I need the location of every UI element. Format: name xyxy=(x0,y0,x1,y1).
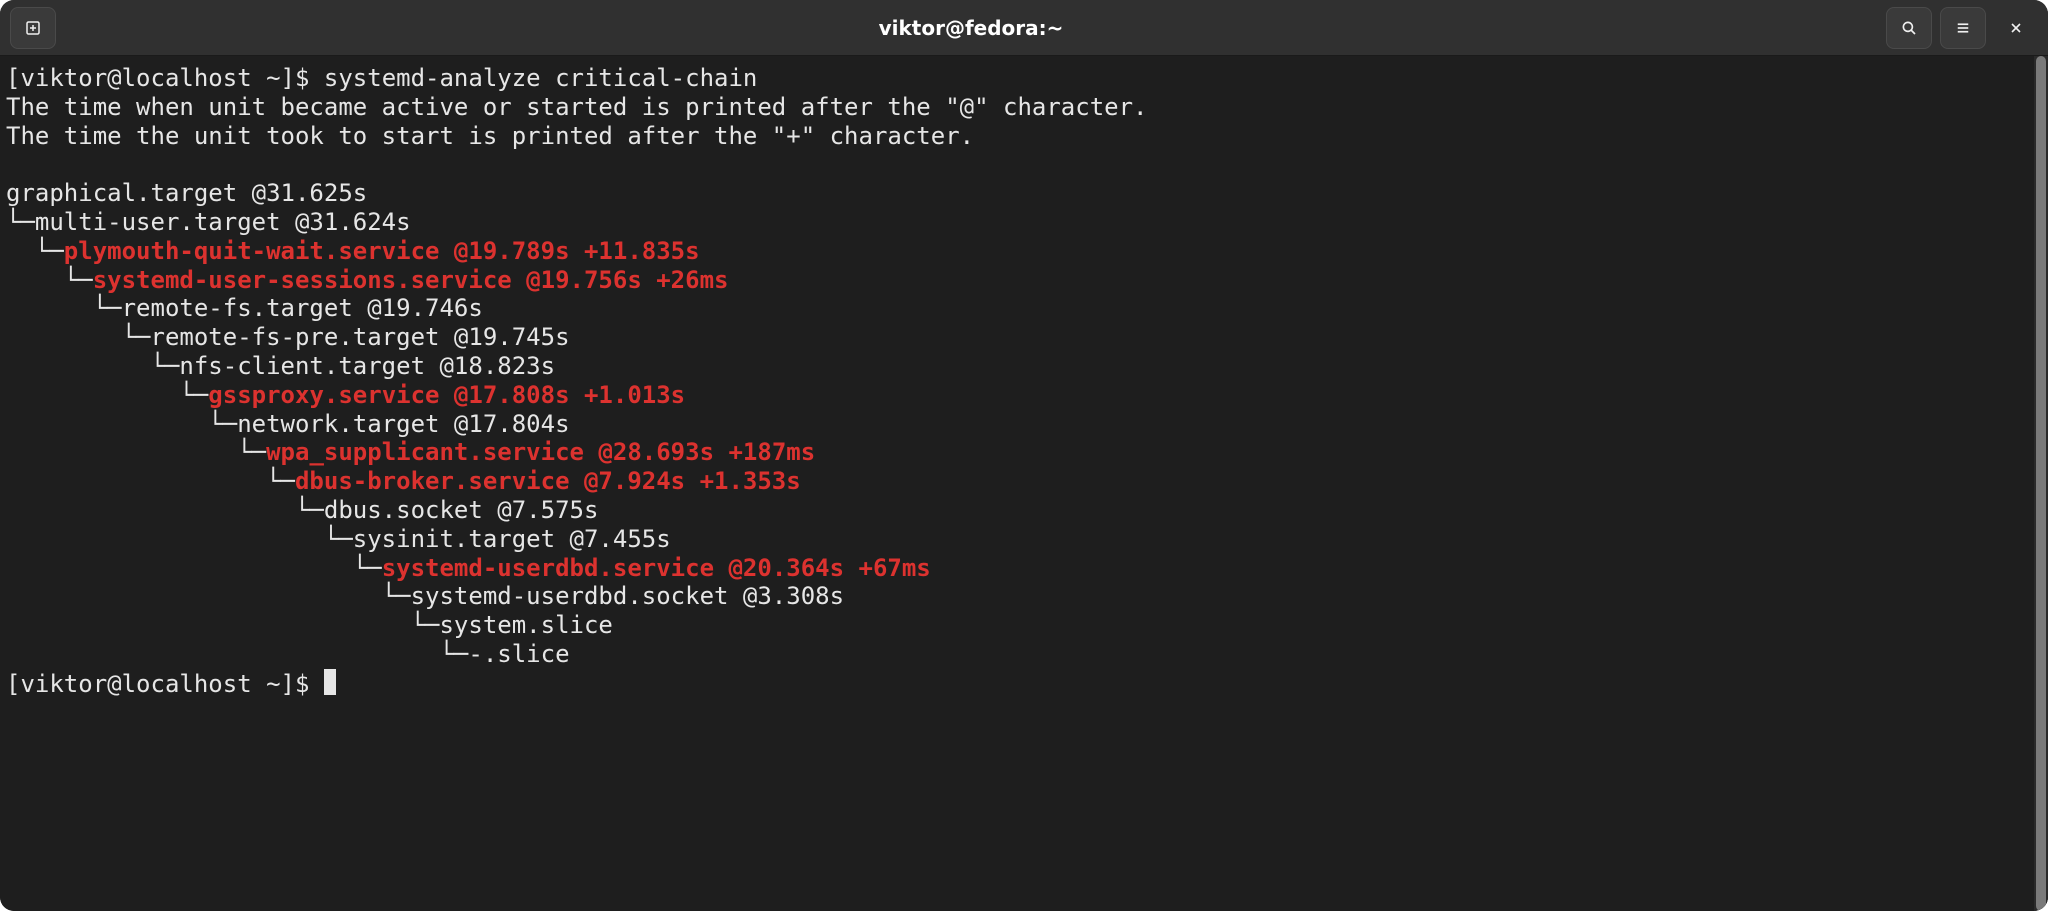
chain-line: └─dbus.socket @7.575s xyxy=(6,496,598,524)
chain-line-prefix: └─ xyxy=(6,438,266,466)
search-button[interactable] xyxy=(1886,7,1932,49)
chain-line: └─remote-fs-pre.target @19.745s xyxy=(6,323,570,351)
terminal-wrap: [viktor@localhost ~]$ systemd-analyze cr… xyxy=(0,56,2048,911)
titlebar-right xyxy=(1886,7,2038,49)
chain-line-prefix: └─ xyxy=(6,467,295,495)
titlebar-left xyxy=(10,7,56,49)
chain-line: └─nfs-client.target @18.823s xyxy=(6,352,555,380)
chain-line-prefix: └─ xyxy=(6,266,93,294)
command-text: systemd-analyze critical-chain xyxy=(324,64,757,92)
chain-line-red: plymouth-quit-wait.service @19.789s +11.… xyxy=(64,237,700,265)
header-line-1: The time when unit became active or star… xyxy=(6,93,1148,121)
chain-line: └─system.slice xyxy=(6,611,613,639)
chain-line: graphical.target @31.625s xyxy=(6,179,367,207)
chain-line: └─-.slice xyxy=(6,640,570,668)
chain-line: └─systemd-userdbd.socket @3.308s xyxy=(6,582,844,610)
hamburger-icon xyxy=(1954,19,1972,37)
header-line-2: The time the unit took to start is print… xyxy=(6,122,974,150)
chain-line: └─network.target @17.804s xyxy=(6,410,570,438)
new-tab-icon xyxy=(24,19,42,37)
prompt-final: [viktor@localhost ~]$ xyxy=(6,670,324,698)
cursor xyxy=(324,669,336,695)
chain-line-red: wpa_supplicant.service @28.693s +187ms xyxy=(266,438,815,466)
scrollbar-thumb[interactable] xyxy=(2036,56,2046,911)
chain-line-red: systemd-user-sessions.service @19.756s +… xyxy=(93,266,729,294)
chain-line-prefix: └─ xyxy=(6,237,64,265)
scrollbar[interactable] xyxy=(2034,56,2048,911)
window-title: viktor@fedora:~ xyxy=(879,16,1064,40)
terminal-window: viktor@fedora:~ xyxy=(0,0,2048,911)
chain-line-red: systemd-userdbd.service @20.364s +67ms xyxy=(382,554,931,582)
chain-line: └─remote-fs.target @19.746s xyxy=(6,294,483,322)
terminal-output[interactable]: [viktor@localhost ~]$ systemd-analyze cr… xyxy=(0,56,2034,911)
titlebar: viktor@fedora:~ xyxy=(0,0,2048,56)
close-button[interactable] xyxy=(1994,8,2038,48)
chain-line-red: dbus-broker.service @7.924s +1.353s xyxy=(295,467,801,495)
menu-button[interactable] xyxy=(1940,7,1986,49)
chain-line-prefix: └─ xyxy=(6,554,382,582)
chain-line: └─multi-user.target @31.624s xyxy=(6,208,411,236)
chain-line-red: gssproxy.service @17.808s +1.013s xyxy=(208,381,685,409)
new-tab-button[interactable] xyxy=(10,7,56,49)
search-icon xyxy=(1900,19,1918,37)
prompt: [viktor@localhost ~]$ xyxy=(6,64,324,92)
chain-line: └─sysinit.target @7.455s xyxy=(6,525,671,553)
chain-line-prefix: └─ xyxy=(6,381,208,409)
close-icon xyxy=(2008,20,2024,36)
